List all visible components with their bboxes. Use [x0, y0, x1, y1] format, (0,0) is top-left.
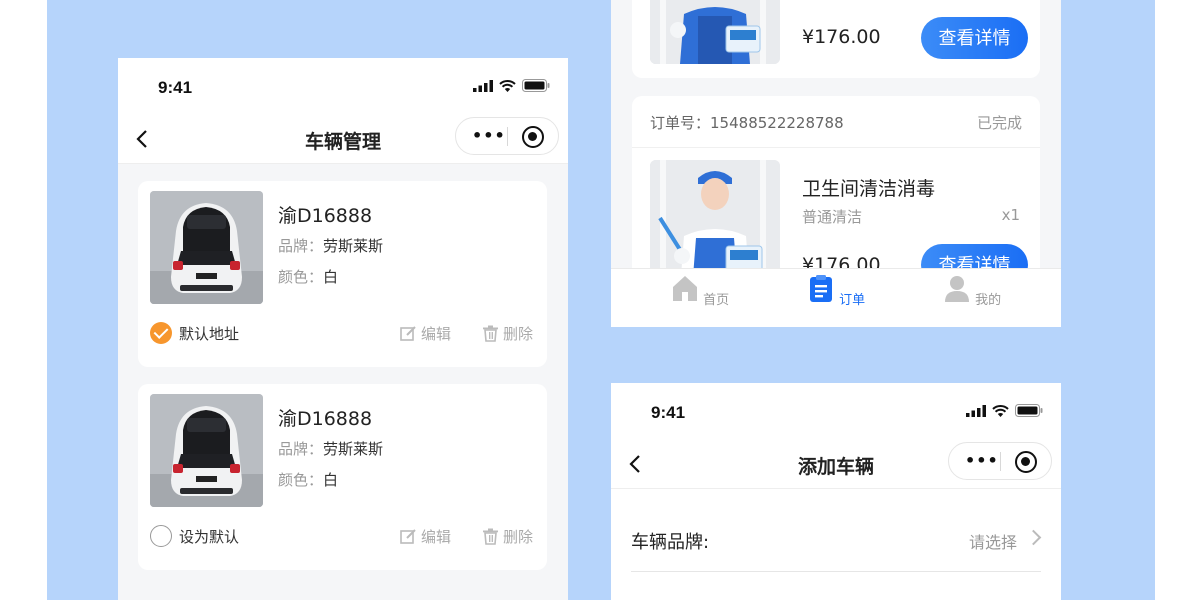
chevron-right-icon	[1025, 529, 1042, 546]
brand-line: 品牌：劳斯莱斯	[278, 235, 383, 256]
color-value: 白	[323, 268, 339, 286]
service-photo	[650, 0, 780, 64]
car-photo	[150, 191, 263, 304]
miniprogram-capsule: •••	[455, 117, 559, 155]
color-label: 颜色：	[278, 268, 324, 286]
delete-label: 删除	[503, 528, 534, 546]
order-number-label: 订单号：	[650, 114, 711, 132]
cleaner-illustration	[650, 0, 780, 64]
color-line: 颜色：白	[278, 469, 338, 490]
service-quantity: x1	[1001, 206, 1020, 224]
default-toggle[interactable]: 默认地址	[150, 322, 239, 344]
delete-label: 删除	[503, 325, 534, 343]
order-price: ¥176.00	[802, 26, 881, 48]
view-details-button[interactable]: 查看详情	[921, 17, 1028, 59]
service-type: 普通清洁	[802, 208, 863, 226]
status-bar: 9:41	[118, 58, 568, 114]
delete-button[interactable]: 删除	[482, 526, 533, 547]
status-time: 9:41	[651, 403, 686, 422]
edit-icon	[400, 529, 416, 544]
add-vehicle-screen: 9:41 添加车辆 ••• 车辆品牌: 请选择	[611, 383, 1061, 600]
trash-icon	[483, 528, 498, 545]
close-circle-icon[interactable]	[1015, 451, 1037, 473]
brand-line: 品牌：劳斯莱斯	[278, 438, 383, 459]
order-header: 订单号：15488522228788 已完成	[632, 96, 1040, 148]
nav-bar: 添加车辆 •••	[611, 439, 1061, 489]
car-illustration	[150, 191, 263, 304]
brand-select-row[interactable]: 车辆品牌: 请选择	[631, 512, 1042, 572]
close-circle-icon[interactable]	[522, 126, 544, 148]
status-bar: 9:41	[611, 383, 1061, 439]
miniprogram-capsule: •••	[948, 442, 1052, 480]
tab-label: 我的	[975, 293, 1002, 308]
more-dots-icon[interactable]: •••	[965, 453, 999, 469]
plate-number: 渝D16888	[278, 205, 373, 227]
vehicle-card: 渝D16888 品牌：劳斯莱斯 颜色：白 默认地址 编辑 删除	[138, 181, 547, 367]
edit-button[interactable]: 编辑	[400, 526, 451, 547]
color-label: 颜色：	[278, 471, 324, 489]
wifi-icon	[499, 79, 516, 92]
edit-label: 编辑	[421, 325, 452, 343]
battery-icon	[1015, 404, 1043, 417]
order-status: 已完成	[976, 114, 1022, 132]
color-value: 白	[323, 471, 339, 489]
vehicle-card: 渝D16888 品牌：劳斯莱斯 颜色：白 设为默认 编辑 删除	[138, 384, 547, 570]
status-icons	[966, 404, 1043, 417]
tab-orders[interactable]: 订单	[796, 274, 876, 308]
delete-button[interactable]: 删除	[482, 323, 533, 344]
brand-label: 品牌：	[278, 440, 324, 458]
signal-icon	[473, 79, 493, 92]
color-line: 颜色：白	[278, 266, 338, 287]
brand-value: 劳斯莱斯	[323, 237, 384, 255]
vehicle-management-screen: 9:41 车辆管理 ••• 渝D16888 品牌：劳斯莱斯 颜色：白 默认地址 …	[118, 58, 568, 600]
default-label: 设为默认	[179, 527, 240, 546]
canvas-background: 9:41 车辆管理 ••• 渝D16888 品牌：劳斯莱斯 颜色：白 默认地址 …	[47, 0, 1155, 600]
edit-label: 编辑	[421, 528, 452, 546]
tab-label: 订单	[839, 293, 866, 308]
orders-screen: ¥176.00 查看详情 订单号：15488522228788 已完成 卫生间清…	[611, 0, 1061, 327]
default-toggle[interactable]: 设为默认	[150, 525, 239, 547]
brand-field-placeholder: 请选择	[968, 533, 1017, 552]
brand-label: 品牌：	[278, 237, 324, 255]
service-name: 卫生间清洁消毒	[802, 178, 936, 200]
bottom-tab-bar: 首页 订单 我的	[611, 268, 1061, 327]
edit-button[interactable]: 编辑	[400, 323, 451, 344]
unchecked-circle-icon	[150, 525, 172, 547]
tab-home[interactable]: 首页	[660, 274, 740, 308]
order-number: 订单号：15488522228788	[650, 112, 844, 133]
edit-icon	[400, 326, 416, 341]
car-illustration	[150, 394, 263, 507]
checked-circle-icon	[150, 322, 172, 344]
trash-icon	[483, 325, 498, 342]
order-number-value: 15488522228788	[710, 114, 844, 132]
battery-icon	[522, 79, 550, 92]
more-dots-icon[interactable]: •••	[472, 128, 506, 144]
brand-value: 劳斯莱斯	[323, 440, 384, 458]
capsule-divider	[507, 127, 508, 146]
home-icon	[672, 276, 697, 301]
capsule-divider	[1000, 452, 1001, 471]
tab-label: 首页	[703, 293, 730, 308]
wifi-icon	[992, 404, 1009, 417]
user-icon	[944, 276, 969, 302]
clipboard-icon	[809, 275, 832, 302]
signal-icon	[966, 404, 986, 417]
nav-bar: 车辆管理 •••	[118, 114, 568, 164]
brand-field-label: 车辆品牌:	[631, 532, 710, 553]
default-label: 默认地址	[179, 324, 240, 343]
status-time: 9:41	[158, 78, 193, 97]
tab-profile[interactable]: 我的	[932, 274, 1012, 308]
status-icons	[473, 79, 550, 92]
plate-number: 渝D16888	[278, 408, 373, 430]
car-photo	[150, 394, 263, 507]
order-card: ¥176.00 查看详情	[632, 0, 1040, 78]
